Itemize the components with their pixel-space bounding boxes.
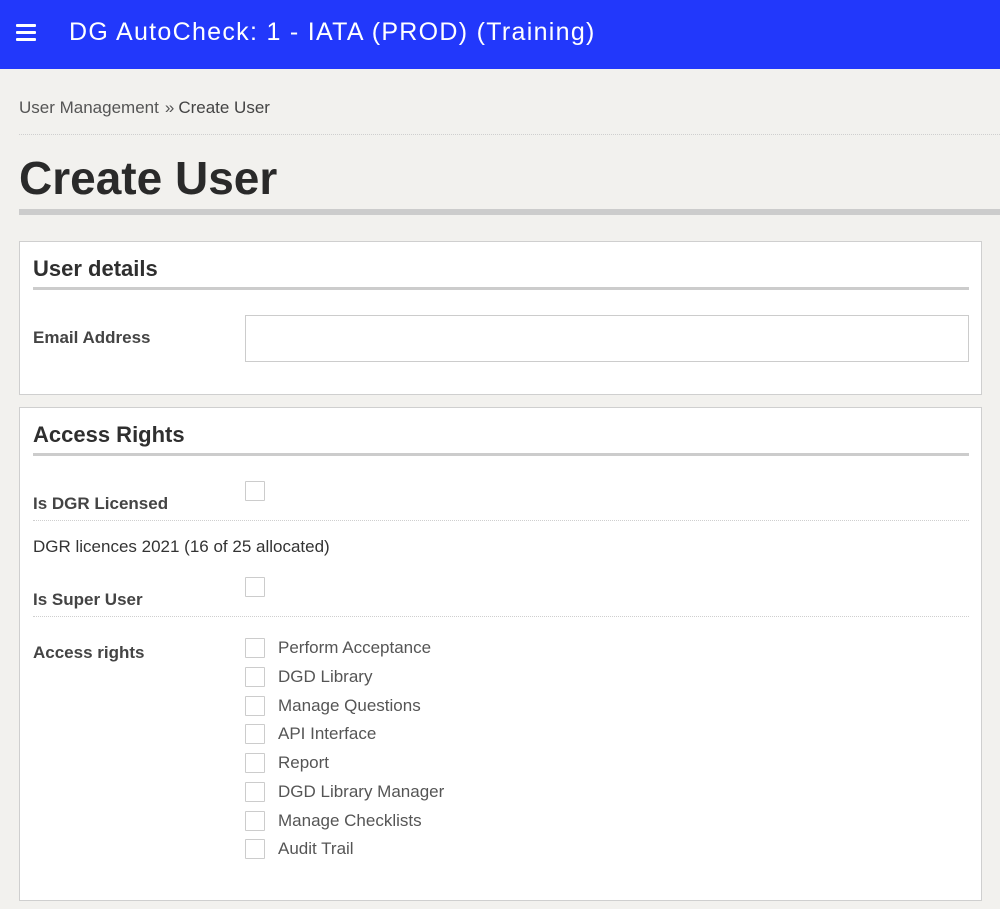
page-title: Create User: [19, 152, 278, 204]
right-label: Manage Questions: [278, 696, 421, 715]
breadcrumb-separator: »: [164, 98, 175, 117]
right-label: Manage Checklists: [278, 811, 422, 830]
menu-bar-line: [16, 31, 36, 34]
dgd-library-checkbox[interactable]: [245, 667, 265, 687]
breadcrumb-link-user-management[interactable]: User Management: [19, 98, 159, 117]
user-details-panel: User details Email Address: [19, 241, 982, 395]
breadcrumb: User Management » Create User: [19, 98, 270, 118]
hamburger-menu-icon[interactable]: [16, 24, 36, 41]
is-super-user-checkbox[interactable]: [245, 577, 265, 597]
dgd-library-manager-checkbox[interactable]: [245, 782, 265, 802]
email-address-label: Email Address: [33, 328, 151, 347]
audit-trail-checkbox[interactable]: [245, 839, 265, 859]
right-label: DGD Library: [278, 667, 373, 686]
menu-bar-line: [16, 38, 36, 41]
right-label: Report: [278, 753, 330, 772]
app-title: DG AutoCheck: 1 - IATA (PROD) (Training): [69, 18, 596, 46]
email-address-input[interactable]: [245, 315, 969, 362]
row-divider: [33, 616, 969, 617]
title-underline: [19, 209, 1000, 215]
access-rights-panel: Access Rights Is DGR Licensed DGR licenc…: [19, 407, 982, 901]
row-divider: [33, 520, 969, 521]
report-checkbox[interactable]: [245, 753, 265, 773]
right-label: Audit Trail: [278, 839, 354, 858]
right-label: DGD Library Manager: [278, 782, 445, 801]
breadcrumb-divider: [19, 134, 1000, 135]
menu-bar-line: [16, 24, 36, 27]
right-label: API Interface: [278, 724, 377, 743]
is-dgr-licensed-checkbox[interactable]: [245, 481, 265, 501]
breadcrumb-current: Create User: [178, 98, 270, 117]
manage-questions-checkbox[interactable]: [245, 696, 265, 716]
is-super-user-label: Is Super User: [33, 590, 143, 609]
access-rights-label: Access rights: [33, 643, 145, 662]
manage-checklists-checkbox[interactable]: [245, 811, 265, 831]
perform-acceptance-checkbox[interactable]: [245, 638, 265, 658]
dgr-licence-allocation-text: DGR licences 2021 (16 of 25 allocated): [33, 537, 330, 556]
right-label: Perform Acceptance: [278, 638, 432, 657]
user-details-heading-rule: [33, 287, 969, 290]
access-rights-heading-rule: [33, 453, 969, 456]
user-details-heading: User details: [33, 256, 158, 281]
access-rights-heading: Access Rights: [33, 422, 185, 447]
api-interface-checkbox[interactable]: [245, 724, 265, 744]
top-bar: DG AutoCheck: 1 - IATA (PROD) (Training): [0, 0, 1000, 69]
is-dgr-licensed-label: Is DGR Licensed: [33, 494, 169, 513]
